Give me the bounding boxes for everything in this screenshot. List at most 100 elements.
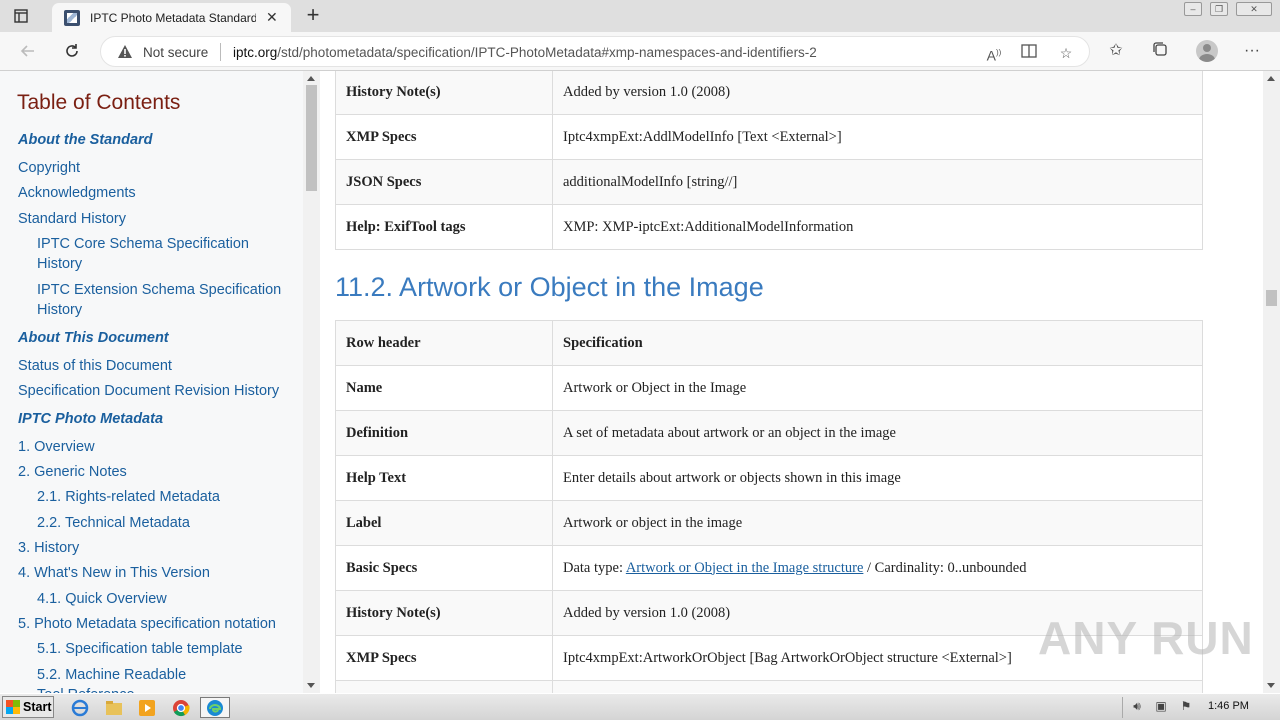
toc-item-rights-metadata[interactable]: 2.1. Rights-related Metadata (37, 487, 220, 507)
iptc-favicon-icon (64, 9, 80, 26)
main-content: History Note(s) Added by version 1.0 (20… (320, 71, 1263, 693)
ie-icon[interactable] (68, 697, 92, 718)
toc-item-technical-metadata[interactable]: 2.2. Technical Metadata (37, 513, 190, 533)
row-value: additionalModelInfo [string//] (552, 159, 1203, 205)
refresh-icon[interactable] (61, 40, 83, 62)
toc-item-iptc-core-history-cont[interactable]: History (37, 254, 82, 274)
windows-taskbar: Start 🔊︎ ▣ ⚑ 1:46 PM (0, 693, 1280, 720)
scroll-down-arrow-icon[interactable] (1267, 683, 1275, 688)
url-text[interactable]: iptc.org/std/photometadata/specification… (233, 45, 817, 60)
back-arrow-icon[interactable] (17, 40, 39, 62)
url-separator (220, 43, 221, 61)
profile-avatar-icon[interactable] (1196, 40, 1218, 62)
page-scrollbar[interactable] (1263, 71, 1280, 693)
toc-item-copyright[interactable]: Copyright (18, 158, 80, 178)
scroll-down-arrow-icon[interactable] (307, 683, 315, 688)
table-row: XMP Specs Iptc4xmpExt:AddlModelInfo [Tex… (335, 114, 1203, 160)
toc-item-acknowledgments[interactable]: Acknowledgments (18, 183, 136, 203)
toc-item-standard-history[interactable]: Standard History (18, 209, 126, 229)
row-value: Added by version 1.0 (2008) (552, 71, 1203, 115)
toc-item-whats-new[interactable]: 4. What's New in This Version (18, 563, 210, 583)
toc-item-history[interactable]: 3. History (18, 538, 79, 558)
minimize-button[interactable]: – (1184, 2, 1202, 16)
action-center-flag-icon[interactable]: ⚑ (1178, 699, 1194, 715)
scroll-up-arrow-icon[interactable] (1267, 76, 1275, 81)
warning-triangle-icon[interactable] (117, 44, 133, 60)
security-status[interactable]: Not secure (143, 45, 208, 60)
add-favorite-icon[interactable]: ☆ (1057, 44, 1075, 62)
toc-item-revision-history[interactable]: Specification Document Revision History (18, 381, 279, 401)
row-header: Name (335, 365, 553, 411)
favorites-icon[interactable]: ✩ (1106, 41, 1126, 61)
collections-icon[interactable] (1150, 41, 1170, 61)
toc-item-generic-notes[interactable]: 2. Generic Notes (18, 462, 127, 482)
start-label: Start (23, 700, 52, 714)
table-row: Help Text Enter details about artwork or… (335, 455, 1203, 501)
toc-item-about-the-standard[interactable]: About the Standard (18, 130, 153, 150)
volume-icon[interactable]: 🔊︎ (1129, 699, 1145, 715)
media-player-icon[interactable] (135, 697, 159, 718)
chrome-icon[interactable] (169, 697, 193, 718)
toc-item-tool-reference[interactable]: Tool Reference (37, 685, 135, 693)
toc-scrollbar-thumb[interactable] (306, 85, 317, 191)
immersive-reader-icon[interactable] (1020, 44, 1038, 62)
tab-close-icon[interactable]: ✕ (266, 9, 278, 26)
toc-item-machine-readable[interactable]: 5.2. Machine Readable (37, 665, 186, 685)
row-header: Help: ExifTool tags (335, 204, 553, 250)
page-scrollbar-thumb[interactable] (1266, 290, 1277, 306)
toc-item-spec-table-template[interactable]: 5.1. Specification table template (37, 639, 243, 659)
more-options-icon[interactable]: ··· (1242, 41, 1262, 61)
windows-logo-icon (6, 700, 20, 714)
row-value: XMP: XMP-iptcExt:AdditionalModelInformat… (552, 204, 1203, 250)
prev-spec-table: History Note(s) Added by version 1.0 (20… (335, 71, 1203, 250)
toc-item-spec-notation[interactable]: 5. Photo Metadata specification notation (18, 614, 276, 634)
browser-tab-active[interactable]: IPTC Photo Metadata Standard ✕ (52, 3, 291, 32)
table-row: JSON Specs additionalModelInfo [string//… (335, 159, 1203, 205)
read-aloud-icon[interactable]: A)) (985, 44, 1003, 64)
toc-scrollbar[interactable] (303, 71, 320, 693)
toc-item-overview[interactable]: 1. Overview (18, 437, 95, 457)
anyrun-watermark: ANY RUN (1038, 612, 1254, 664)
row-header (335, 680, 553, 693)
basic-specs-prefix: Data type: (563, 559, 626, 576)
tab-title: IPTC Photo Metadata Standard (90, 10, 256, 25)
row-header: XMP Specs (335, 635, 553, 681)
network-icon[interactable]: ▣ (1153, 699, 1169, 715)
table-row: Definition A set of metadata about artwo… (335, 410, 1203, 456)
edge-icon[interactable] (200, 697, 230, 718)
toc-item-status[interactable]: Status of this Document (18, 356, 172, 376)
address-bar-row: Not secure iptc.org/std/photometadata/sp… (0, 32, 1280, 71)
table-row: Row header Specification (335, 320, 1203, 366)
file-explorer-icon[interactable] (102, 697, 126, 718)
structure-link[interactable]: Artwork or Object in the Image structure (626, 560, 864, 576)
browser-tab-strip: IPTC Photo Metadata Standard ✕ + – ❐ ✕ (0, 0, 1280, 32)
scroll-up-arrow-icon[interactable] (307, 76, 315, 81)
url-path: /std/photometadata/specification/IPTC-Ph… (277, 45, 817, 60)
table-row: Label Artwork or object in the image (335, 500, 1203, 546)
restore-button[interactable]: ❐ (1210, 2, 1228, 16)
window-close-button[interactable]: ✕ (1236, 2, 1272, 16)
basic-specs-suffix: / Cardinality: 0..unbounded (863, 559, 1027, 576)
page-viewport: Table of Contents About the Standard Cop… (0, 71, 1280, 693)
url-bar[interactable]: Not secure iptc.org/std/photometadata/sp… (100, 36, 1090, 67)
toc-item-iptc-core-history[interactable]: IPTC Core Schema Specification (37, 234, 249, 254)
row-value: Enter details about artwork or objects s… (552, 455, 1203, 501)
toc-item-iptc-photo-metadata[interactable]: IPTC Photo Metadata (18, 409, 163, 429)
row-value: Artwork or object in the image (552, 500, 1203, 546)
toc-item-about-this-document[interactable]: About This Document (18, 328, 169, 348)
tab-actions-icon[interactable] (10, 6, 32, 26)
row-header: XMP Specs (335, 114, 553, 160)
new-tab-button[interactable]: + (302, 4, 324, 27)
clock[interactable]: 1:46 PM (1208, 700, 1249, 712)
row-header: JSON Specs (335, 159, 553, 205)
table-row: Basic Specs Data type: Artwork or Object… (335, 545, 1203, 591)
row-value: A set of metadata about artwork or an ob… (552, 410, 1203, 456)
row-header: Help Text (335, 455, 553, 501)
toc-item-quick-overview[interactable]: 4.1. Quick Overview (37, 589, 167, 609)
toc-item-iptc-extension-history-cont[interactable]: History (37, 300, 82, 320)
table-row: Name Artwork or Object in the Image (335, 365, 1203, 411)
table-row (335, 680, 1203, 693)
table-of-contents-sidebar: Table of Contents About the Standard Cop… (0, 71, 303, 693)
toc-item-iptc-extension-history[interactable]: IPTC Extension Schema Specification (37, 280, 281, 300)
start-button[interactable]: Start (2, 696, 54, 718)
